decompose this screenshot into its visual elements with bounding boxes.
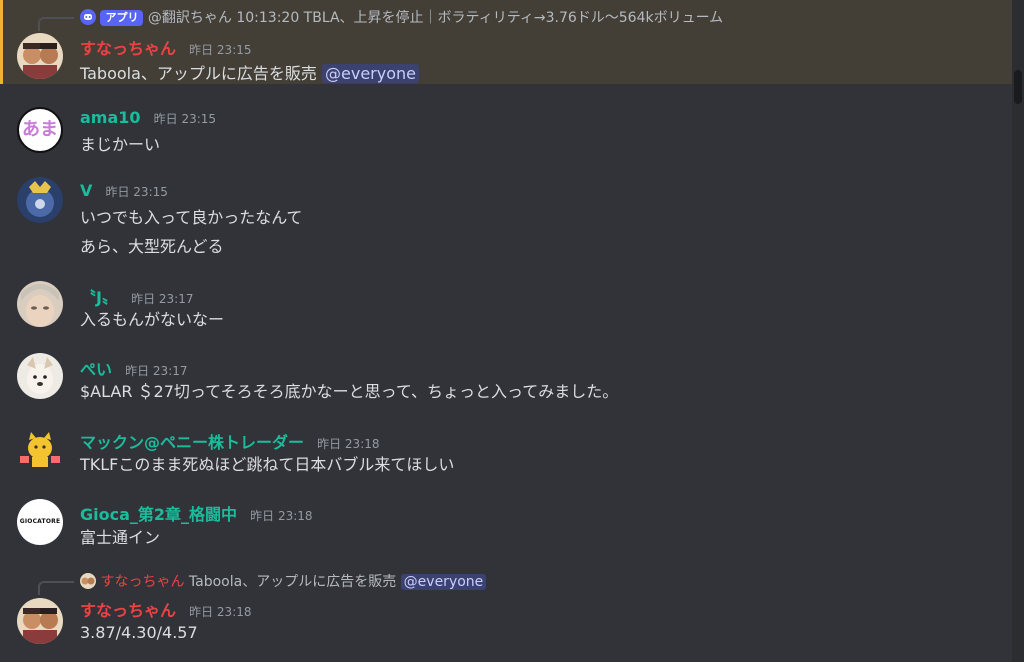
message-text: 3.87/4.30/4.57 — [80, 623, 198, 642]
message-item: V 昨日 23:15 いつでも入って良かったなんて あら、大型死んどる — [0, 172, 1012, 262]
message-text: いつでも入って良かったなんて — [80, 208, 303, 227]
author-name[interactable]: ama10 — [80, 108, 141, 127]
timestamp: 昨日 23:15 — [153, 112, 217, 126]
message-text: 富士通イン — [80, 528, 161, 547]
message-item: アプリ @翻訳ちゃん 10:13:20 TBLA、上昇を停止｜ボラティリティ→3… — [0, 0, 1012, 84]
reply-preview[interactable]: すなっちゃん Taboola、アップルに広告を販売 @everyone — [80, 571, 487, 591]
avatar[interactable]: GIOCATORE — [17, 499, 63, 545]
reply-author[interactable]: すなっちゃん — [100, 574, 184, 590]
author-name[interactable]: Gioca_第2章_格闘中 — [80, 505, 237, 524]
timestamp: 昨日 23:18 — [189, 605, 252, 619]
message-header: Gioca_第2章_格闘中 昨日 23:18 — [80, 501, 313, 525]
message-header: マックン@ペニー株トレーダー 昨日 23:18 — [80, 429, 380, 453]
timestamp: 昨日 23:18 — [317, 437, 380, 451]
avatar-text: あま — [22, 119, 58, 140]
message-text: $ALAR ＄27切ってそろそろ底かなーと思って、ちょっと入ってみました。 — [80, 382, 619, 401]
message-item: すなっちゃん Taboola、アップルに広告を販売 @everyone すなっち… — [0, 565, 1012, 662]
timestamp: 昨日 23:15 — [105, 185, 168, 199]
scrollbar-track[interactable] — [1012, 0, 1024, 662]
avatar[interactable] — [17, 33, 63, 79]
author-name[interactable]: 〝J〟 — [80, 288, 118, 307]
timestamp: 昨日 23:17 — [131, 292, 194, 306]
message-text: TKLFこのまま死ぬほど跳ねて日本バブル来てほしい — [80, 455, 455, 474]
message-item: 〝J〟 昨日 23:17 入るもんがないなー — [0, 274, 1012, 334]
author-name[interactable]: すなっちゃん — [80, 601, 176, 620]
message-header: V 昨日 23:15 — [80, 181, 168, 200]
author-name[interactable]: V — [80, 181, 92, 200]
message-item: ぺい 昨日 23:17 $ALAR ＄27切ってそろそろ底かなーと思って、ちょっ… — [0, 346, 1012, 406]
message-item: あま ama10 昨日 23:15 まじかーい — [0, 100, 1012, 160]
reply-spine — [38, 581, 74, 595]
message-text: まじかーい — [80, 135, 161, 154]
message-header: ぺい 昨日 23:17 — [80, 356, 188, 380]
timestamp: 昨日 23:17 — [125, 364, 188, 378]
mention-everyone[interactable]: @everyone — [322, 64, 419, 83]
reply-text: Taboola、アップルに広告を販売 — [188, 574, 397, 590]
reply-avatar — [80, 573, 96, 589]
app-badge: アプリ — [100, 10, 144, 26]
message-text: あら、大型死んどる — [80, 237, 224, 256]
reply-author[interactable]: @翻訳ちゃん — [148, 10, 232, 26]
avatar[interactable]: あま — [17, 107, 63, 153]
author-name[interactable]: ぺい — [80, 360, 112, 379]
mention-everyone[interactable]: @everyone — [400, 574, 487, 590]
reply-text: 10:13:20 TBLA、上昇を停止｜ボラティリティ→3.76ドル〜564kボ… — [236, 10, 724, 26]
avatar[interactable] — [17, 426, 63, 472]
message-header: ama10 昨日 23:15 — [80, 108, 216, 127]
message-header: すなっちゃん 昨日 23:15 — [80, 35, 252, 59]
message-text: Taboola、アップルに広告を販売 @everyone — [80, 60, 419, 84]
reply-preview[interactable]: アプリ @翻訳ちゃん 10:13:20 TBLA、上昇を停止｜ボラティリティ→3… — [80, 7, 723, 27]
avatar[interactable] — [17, 177, 63, 223]
author-name[interactable]: すなっちゃん — [80, 39, 176, 58]
message-header: 〝J〟 昨日 23:17 — [80, 284, 193, 308]
message-header: すなっちゃん 昨日 23:18 — [80, 597, 252, 621]
avatar[interactable] — [17, 598, 63, 644]
message-item: GIOCATORE Gioca_第2章_格闘中 昨日 23:18 富士通イン — [0, 492, 1012, 552]
author-name[interactable]: マックン@ペニー株トレーダー — [80, 433, 304, 452]
avatar[interactable] — [17, 353, 63, 399]
timestamp: 昨日 23:18 — [250, 509, 313, 523]
timestamp: 昨日 23:15 — [189, 43, 252, 57]
avatar-text: GIOCATORE — [19, 518, 61, 525]
avatar[interactable] — [17, 281, 63, 327]
message-item: マックン@ペニー株トレーダー 昨日 23:18 TKLFこのまま死ぬほど跳ねて日… — [0, 419, 1012, 479]
message-text: 入るもんがないなー — [80, 310, 225, 329]
scrollbar-thumb[interactable] — [1014, 70, 1022, 104]
reply-spine — [38, 17, 74, 31]
discord-icon — [80, 9, 96, 25]
message-list: アプリ @翻訳ちゃん 10:13:20 TBLA、上昇を停止｜ボラティリティ→3… — [0, 0, 1012, 662]
